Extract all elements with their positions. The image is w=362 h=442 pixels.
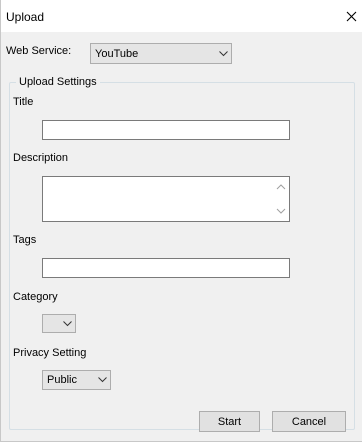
title-bar: Upload xyxy=(1,0,362,32)
chevron-down-icon[interactable] xyxy=(276,207,286,215)
chevron-up-icon[interactable] xyxy=(276,183,286,191)
description-field[interactable] xyxy=(42,176,290,222)
tags-field[interactable] xyxy=(42,258,290,278)
privacy-setting-select[interactable]: Public xyxy=(42,370,111,390)
cancel-button[interactable]: Cancel xyxy=(272,411,346,432)
chevron-down-icon xyxy=(215,44,231,63)
title-label: Title xyxy=(13,96,34,108)
tags-label: Tags xyxy=(13,234,37,246)
web-service-label: Web Service: xyxy=(6,45,72,57)
window-title: Upload xyxy=(6,10,45,24)
description-label: Description xyxy=(13,152,69,164)
privacy-setting-label: Privacy Setting xyxy=(13,347,87,359)
upload-settings-title: Upload Settings xyxy=(16,76,100,88)
chevron-down-icon xyxy=(59,315,75,332)
close-icon xyxy=(346,11,356,21)
web-service-select[interactable]: YouTube xyxy=(90,43,232,64)
start-button[interactable]: Start xyxy=(199,411,260,432)
privacy-setting-value: Public xyxy=(47,374,77,386)
category-select[interactable] xyxy=(42,314,76,333)
category-label: Category xyxy=(13,291,58,303)
chevron-down-icon xyxy=(94,371,110,389)
upload-dialog: Upload Web Service: YouTube Upload Setti… xyxy=(0,0,362,442)
close-button[interactable] xyxy=(339,0,362,32)
title-field[interactable] xyxy=(42,120,290,140)
web-service-value: YouTube xyxy=(95,47,139,60)
